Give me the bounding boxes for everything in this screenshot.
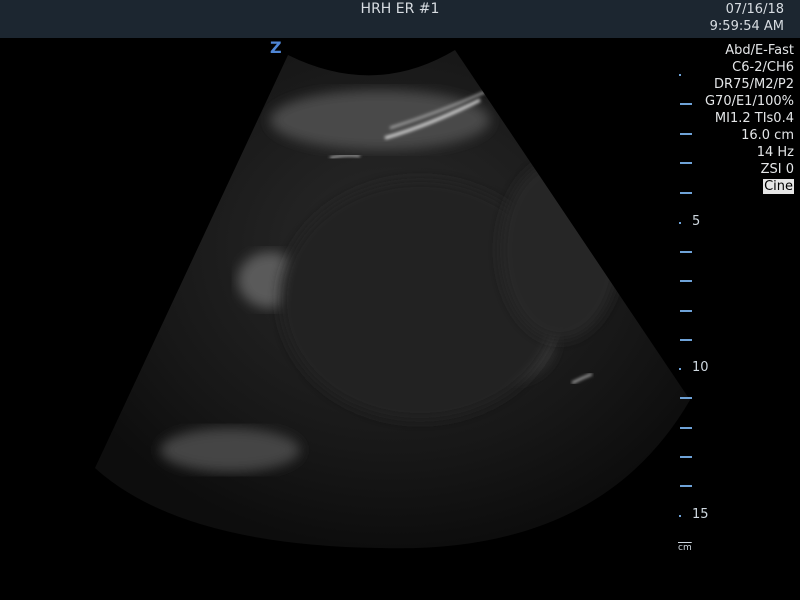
scale-tick <box>680 192 692 194</box>
depth-label-5: 5 <box>692 214 701 229</box>
orientation-marker: Z <box>270 38 282 57</box>
transducer-label: C6-2/CH6 <box>732 60 794 75</box>
scale-tick <box>680 397 692 399</box>
scale-tick <box>680 251 692 253</box>
scale-tick <box>680 456 692 458</box>
scale-dot <box>679 368 681 370</box>
zsi-label: ZSI 0 <box>760 162 794 177</box>
depth-scale: 5 10 15 cm <box>676 60 716 560</box>
cine-badge[interactable]: Cine <box>763 179 794 194</box>
scale-dot <box>679 74 681 76</box>
depth-label: 16.0 cm <box>741 128 794 143</box>
gain-label: G70/E1/100% <box>704 94 794 109</box>
imaging-parameters: Abd/E-Fast C6-2/CH6 DR75/M2/P2 G70/E1/10… <box>705 42 794 195</box>
depth-label-15: 15 <box>692 507 709 522</box>
scale-dot <box>679 515 681 517</box>
scale-tick <box>680 485 692 487</box>
scale-tick <box>680 310 692 312</box>
scale-tick <box>680 427 692 429</box>
preset-label: Abd/E-Fast <box>725 43 794 58</box>
depth-unit: cm <box>678 543 692 553</box>
scale-tick <box>680 103 692 105</box>
dynamic-range-label: DR75/M2/P2 <box>714 77 794 92</box>
frame-rate-label: 14 Hz <box>756 145 794 160</box>
scale-tick <box>680 280 692 282</box>
scale-dot <box>679 222 681 224</box>
depth-label-10: 10 <box>692 360 709 375</box>
scale-tick <box>680 339 692 341</box>
mechanical-index-label: MI1.2 TIs0.4 <box>714 111 794 126</box>
scale-tick <box>680 162 692 164</box>
scale-tick <box>680 133 692 135</box>
